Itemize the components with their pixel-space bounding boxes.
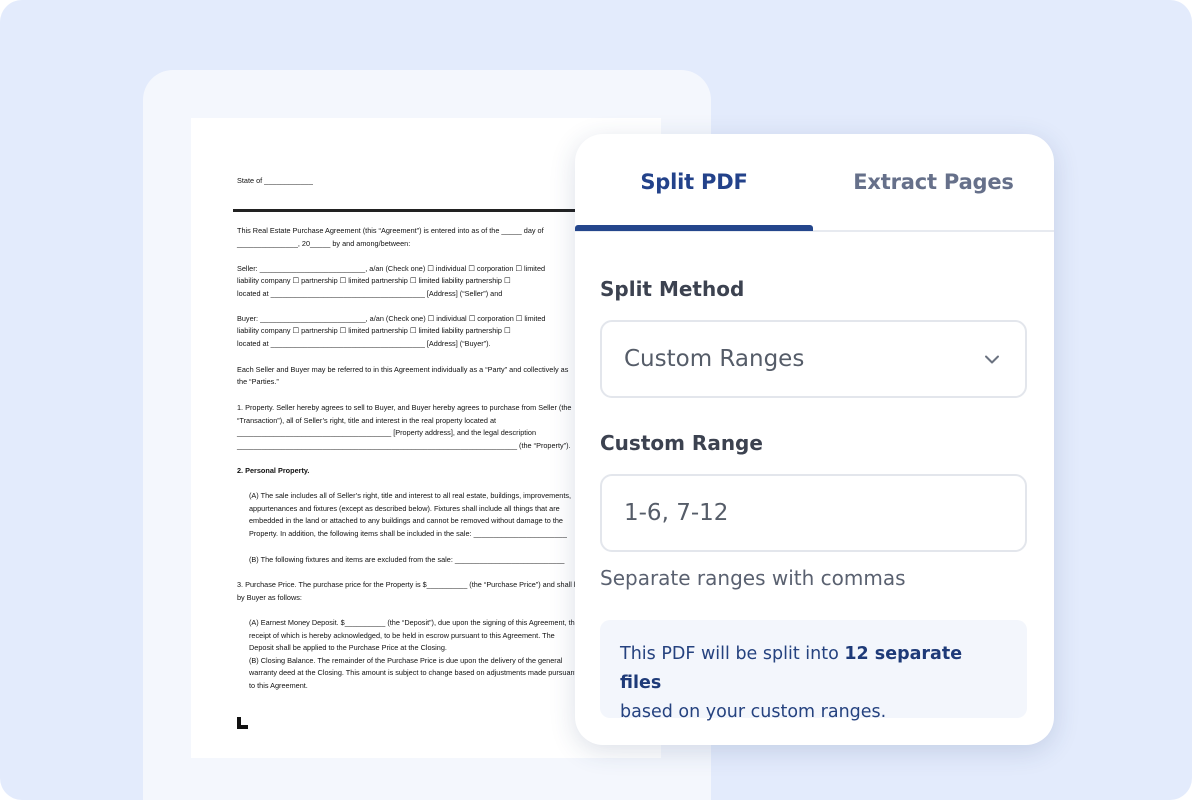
doc-line: _______________, 20_____ by and among/be… bbox=[237, 239, 411, 248]
custom-range-input[interactable] bbox=[624, 500, 1004, 526]
doc-line: Seller: __________________________, a/an… bbox=[237, 264, 546, 273]
doc-line: ______________________________________ [… bbox=[237, 428, 537, 437]
document-logo-icon bbox=[237, 717, 248, 729]
tab-bar: Split PDF Extract Pages bbox=[575, 134, 1054, 232]
split-method-select[interactable]: Custom Ranges bbox=[600, 320, 1027, 398]
active-tab-indicator bbox=[575, 225, 813, 231]
app-stage: State of ____________ This Real Estate P… bbox=[0, 0, 1192, 800]
doc-line: This Real Estate Purchase Agreement (thi… bbox=[237, 226, 544, 235]
doc-line: Each Seller and Buyer may be referred to… bbox=[237, 365, 569, 374]
doc-line: located at _____________________________… bbox=[237, 339, 491, 348]
range-hint: Separate ranges with commas bbox=[600, 566, 906, 590]
doc-line: (B) The following fixtures and items are… bbox=[249, 555, 565, 564]
doc-heading: 2. Personal Property. bbox=[237, 466, 310, 475]
doc-line: “Transaction”), all of Seller’s right, t… bbox=[237, 416, 497, 425]
doc-line: the “Parties.” bbox=[237, 377, 279, 386]
doc-line: appurtenances and fixtures (except as de… bbox=[249, 504, 560, 513]
split-summary-info: This PDF will be split into 12 separate … bbox=[600, 620, 1027, 722]
doc-line: to this Agreement. bbox=[249, 681, 308, 690]
info-text-suffix: based on your custom ranges. bbox=[620, 702, 887, 722]
chevron-down-icon[interactable] bbox=[983, 350, 1001, 368]
custom-range-field[interactable] bbox=[600, 474, 1027, 552]
doc-line: Deposit shall be applied to the Purchase… bbox=[249, 643, 447, 652]
split-method-value: Custom Ranges bbox=[624, 346, 805, 372]
doc-line: receipt of which is hereby acknowledged,… bbox=[249, 631, 555, 640]
doc-line: 1. Property. Seller hereby agrees to sel… bbox=[237, 403, 572, 412]
doc-line: by Buyer as follows: bbox=[237, 593, 302, 602]
doc-line: Property. In addition, the following ite… bbox=[249, 529, 567, 538]
doc-line: (A) Earnest Money Deposit. $__________ (… bbox=[249, 618, 579, 627]
split-method-label: Split Method bbox=[600, 277, 745, 301]
doc-line: 3. Purchase Price. The purchase price fo… bbox=[237, 580, 598, 589]
doc-line: (A) The sale includes all of Seller’s ri… bbox=[249, 491, 572, 500]
doc-line: embedded in the land or attached to any … bbox=[249, 516, 563, 525]
doc-line: liability company ☐ partnership ☐ limite… bbox=[237, 276, 511, 285]
split-options-panel: Split PDF Extract Pages Split Method Cus… bbox=[575, 134, 1054, 745]
doc-line: Buyer: __________________________, a/an … bbox=[237, 314, 546, 323]
doc-line: warranty deed at the Closing. This amoun… bbox=[249, 668, 577, 677]
info-text-prefix: This PDF will be split into bbox=[620, 644, 845, 664]
doc-line: State of ____________ bbox=[237, 176, 313, 185]
tab-extract-pages[interactable]: Extract Pages bbox=[813, 134, 1054, 230]
doc-line: ________________________________________… bbox=[237, 441, 571, 450]
doc-line: liability company ☐ partnership ☐ limite… bbox=[237, 326, 511, 335]
tab-split-pdf[interactable]: Split PDF bbox=[575, 134, 813, 230]
doc-line: (B) Closing Balance. The remainder of th… bbox=[249, 656, 563, 665]
custom-range-label: Custom Range bbox=[600, 431, 763, 455]
doc-line: located at _____________________________… bbox=[237, 289, 503, 298]
